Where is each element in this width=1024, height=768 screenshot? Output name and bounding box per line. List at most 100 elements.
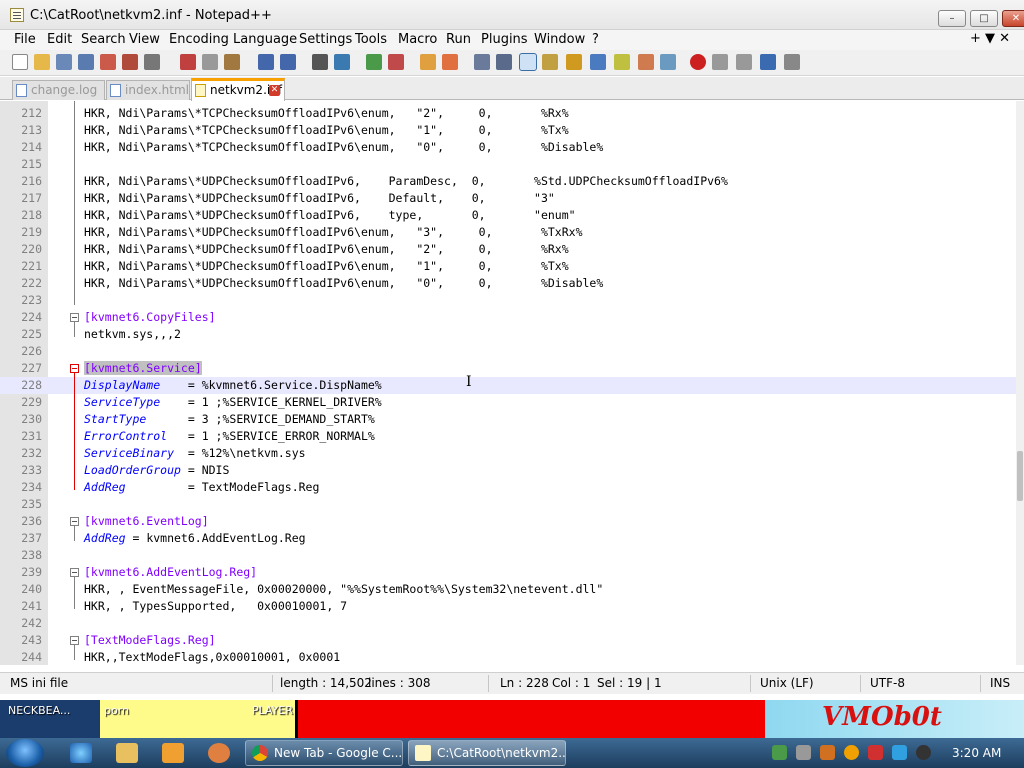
print-icon[interactable] — [144, 54, 160, 70]
internet-explorer-icon[interactable] — [70, 743, 92, 763]
fold-toggle-icon[interactable] — [70, 517, 79, 526]
fold-toggle-icon[interactable] — [70, 364, 79, 373]
doc-map-icon[interactable] — [566, 54, 582, 70]
maximize-button[interactable]: □ — [970, 10, 998, 27]
code-line[interactable]: 231 ErrorControl = 1 ;%SERVICE_ERROR_NORM… — [0, 428, 1016, 445]
run-macro-multiple-icon[interactable] — [760, 54, 776, 70]
code-line[interactable]: 238 — [0, 547, 1016, 564]
taskbar-notepad[interactable]: C:\CatRoot\netkvm2... — [408, 740, 566, 766]
code-line[interactable]: 225 netkvm.sys,,,2 — [0, 326, 1016, 343]
sync-vertical-icon[interactable] — [420, 54, 436, 70]
minimize-button[interactable]: – — [938, 10, 966, 27]
desktop-icon-label[interactable]: porn — [104, 704, 129, 717]
tray-app-icon[interactable] — [820, 745, 835, 760]
menu-view[interactable]: View — [129, 32, 160, 47]
tray-network-icon[interactable] — [772, 745, 787, 760]
tray-volume-icon[interactable] — [916, 745, 931, 760]
code-line[interactable]: 212 HKR, Ndi\Params\*TCPChecksumOffloadIP… — [0, 105, 1016, 122]
udl-icon[interactable] — [542, 54, 558, 70]
scrollbar-thumb[interactable] — [1017, 451, 1023, 501]
code-line[interactable]: 230 StartType = 3 ;%SERVICE_DEMAND_START% — [0, 411, 1016, 428]
menu-plugins[interactable]: Plugins — [481, 32, 528, 47]
code-line[interactable]: 237 AddReg = kvmnet6.AddEventLog.Reg — [0, 530, 1016, 547]
menu-settings[interactable]: Settings — [299, 32, 352, 47]
code-line[interactable]: 244 HKR,,TextModeFlags,0x00010001, 0x0001 — [0, 649, 1016, 665]
taskbar-chrome[interactable]: New Tab - Google C... — [245, 740, 403, 766]
tab-close-icon[interactable]: ✕ — [269, 85, 280, 96]
title-bar[interactable]: C:\CatRoot\netkvm2.inf - Notepad++ – □ ✕ — [0, 0, 1024, 30]
code-line[interactable]: 228 DisplayName = %kvmnet6.Service.DispNa… — [0, 377, 1016, 394]
redo-icon[interactable] — [280, 54, 296, 70]
code-line[interactable]: 217 HKR, Ndi\Params\*UDPChecksumOffloadIP… — [0, 190, 1016, 207]
tray-search-icon[interactable] — [844, 745, 859, 760]
open-file-icon[interactable] — [34, 54, 50, 70]
menu-run[interactable]: Run — [446, 32, 471, 47]
zoom-in-icon[interactable] — [366, 54, 382, 70]
menu-language[interactable]: Language — [233, 32, 297, 47]
desktop-icon-label[interactable]: NECKBEA... — [8, 704, 70, 717]
code-line[interactable]: 220 HKR, Ndi\Params\*UDPChecksumOffloadIP… — [0, 241, 1016, 258]
zoom-out-icon[interactable] — [388, 54, 404, 70]
code-line[interactable]: 242 — [0, 615, 1016, 632]
code-line[interactable]: 213 HKR, Ndi\Params\*TCPChecksumOffloadIP… — [0, 122, 1016, 139]
tab-netkvm2-inf[interactable]: netkvm2.inf ✕ — [191, 78, 285, 101]
editor-area[interactable]: 212 HKR, Ndi\Params\*TCPChecksumOffloadIP… — [0, 101, 1016, 665]
menu-macro[interactable]: Macro — [398, 32, 437, 47]
tab-index-html[interactable]: index.html — [106, 80, 190, 100]
menu-encoding[interactable]: Encoding — [169, 32, 229, 47]
code-line[interactable]: 239 [kvmnet6.AddEventLog.Reg] — [0, 564, 1016, 581]
code-line[interactable]: 223 — [0, 292, 1016, 309]
code-line[interactable]: 234 AddReg = TextModeFlags.Reg — [0, 479, 1016, 496]
paste-icon[interactable] — [224, 54, 240, 70]
save-all-icon[interactable] — [78, 54, 94, 70]
code-line[interactable]: 232 ServiceBinary = %12%\netkvm.sys — [0, 445, 1016, 462]
indent-guide-icon[interactable] — [519, 53, 537, 71]
menu-window[interactable]: Window — [534, 32, 585, 47]
fold-toggle-icon[interactable] — [70, 313, 79, 322]
word-wrap-icon[interactable] — [474, 54, 490, 70]
save-macro-icon[interactable] — [784, 54, 800, 70]
close-all-icon[interactable] — [122, 54, 138, 70]
media-player-icon[interactable] — [162, 743, 184, 763]
menu-search[interactable]: Search — [81, 32, 126, 47]
code-line[interactable]: 236 [kvmnet6.EventLog] — [0, 513, 1016, 530]
cut-icon[interactable] — [180, 54, 196, 70]
code-line[interactable]: 214 HKR, Ndi\Params\*TCPChecksumOffloadIP… — [0, 139, 1016, 156]
code-line[interactable]: 222 HKR, Ndi\Params\*UDPChecksumOffloadIP… — [0, 275, 1016, 292]
menu-file[interactable]: File — [14, 32, 36, 47]
fold-toggle-icon[interactable] — [70, 636, 79, 645]
menu-tools[interactable]: Tools — [355, 32, 387, 47]
code-line[interactable]: 224 [kvmnet6.CopyFiles] — [0, 309, 1016, 326]
tray-flag-icon[interactable] — [868, 745, 883, 760]
copy-icon[interactable] — [202, 54, 218, 70]
menu-help[interactable]: ? — [592, 32, 599, 47]
save-icon[interactable] — [56, 54, 72, 70]
code-line[interactable]: 218 HKR, Ndi\Params\*UDPChecksumOffloadIP… — [0, 207, 1016, 224]
folder-workspace-icon[interactable] — [614, 54, 630, 70]
sync-horizontal-icon[interactable] — [442, 54, 458, 70]
tray-display-icon[interactable] — [892, 745, 907, 760]
replace-icon[interactable] — [334, 54, 350, 70]
code-line[interactable]: 227 [kvmnet6.Service] — [0, 360, 1016, 377]
close-button[interactable]: ✕ — [1002, 10, 1024, 27]
close-file-icon[interactable] — [100, 54, 116, 70]
desktop-icon-label[interactable]: PLAYER — [252, 704, 293, 717]
function-list-icon[interactable] — [590, 54, 606, 70]
code-line[interactable]: 243 [TextModeFlags.Reg] — [0, 632, 1016, 649]
code-line[interactable]: 219 HKR, Ndi\Params\*UDPChecksumOffloadIP… — [0, 224, 1016, 241]
code-line[interactable]: 229 ServiceType = 1 ;%SERVICE_KERNEL_DRIV… — [0, 394, 1016, 411]
eye-icon[interactable] — [660, 54, 676, 70]
code-line[interactable]: 235 — [0, 496, 1016, 513]
tab-change-log[interactable]: change.log — [12, 80, 105, 100]
fold-toggle-icon[interactable] — [70, 568, 79, 577]
taskbar-clock[interactable]: 3:20 AM — [952, 746, 1001, 760]
file-explorer-icon[interactable] — [116, 743, 138, 763]
menu-right-controls[interactable]: + ▼ ✕ — [970, 31, 1010, 46]
code-line[interactable]: 215 — [0, 156, 1016, 173]
code-line[interactable]: 241 HKR, , TypesSupported, 0x00010001, 7 — [0, 598, 1016, 615]
find-icon[interactable] — [312, 54, 328, 70]
start-button-icon[interactable] — [6, 739, 44, 767]
new-file-icon[interactable] — [12, 54, 28, 70]
code-line[interactable]: 233 LoadOrderGroup = NDIS — [0, 462, 1016, 479]
play-macro-icon[interactable] — [736, 54, 752, 70]
